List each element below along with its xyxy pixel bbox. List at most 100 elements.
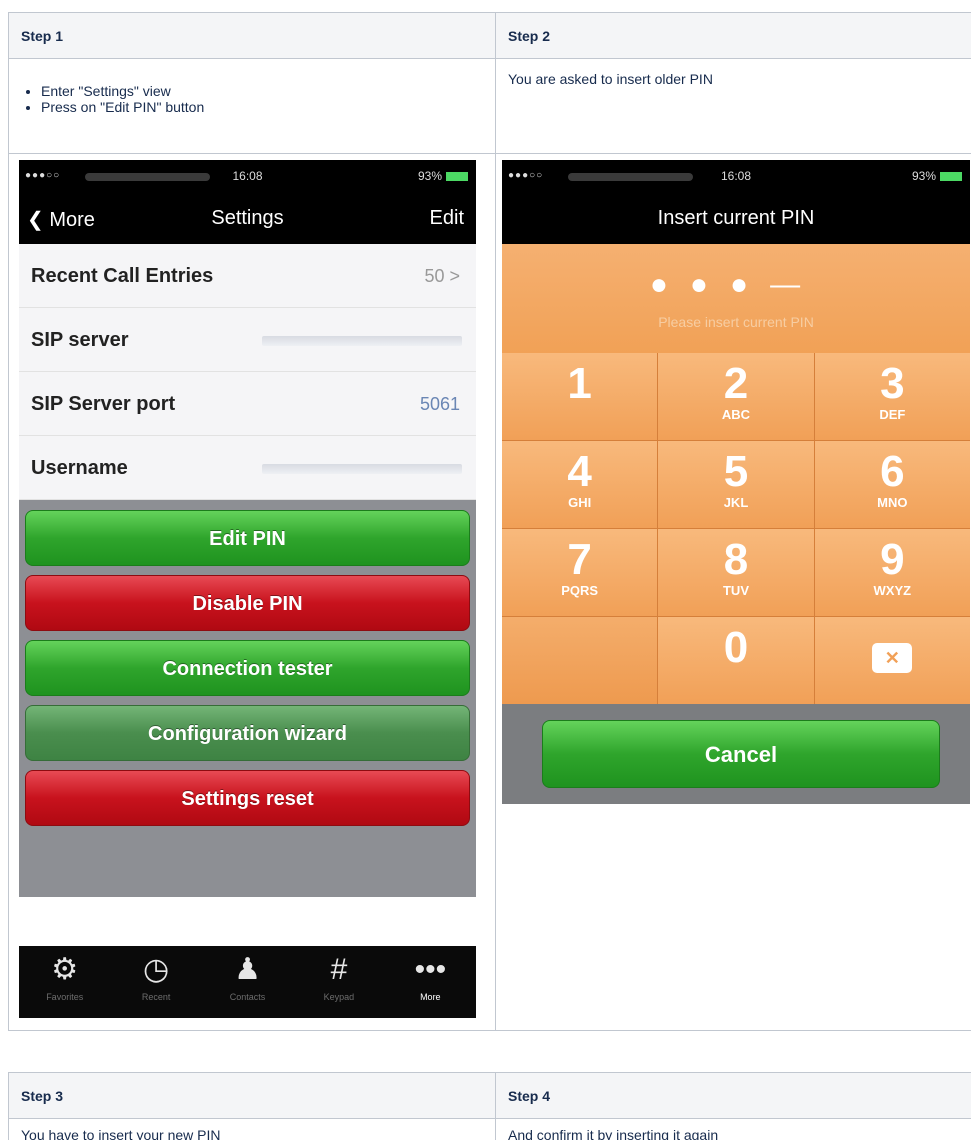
- redacted-value: [262, 336, 462, 346]
- setting-label: Username: [31, 457, 128, 479]
- step-1-description: Enter "Settings" view Press on "Edit PIN…: [8, 58, 496, 154]
- key-number: 5: [723, 447, 749, 496]
- tab-recent[interactable]: ◷ Recent: [110, 946, 201, 1018]
- tab-label: Contacts: [229, 992, 266, 1002]
- tab-label: Favorites: [46, 992, 84, 1002]
- key-blank: [502, 617, 658, 704]
- key-letters: TUV: [722, 583, 749, 598]
- setting-label: SIP server: [31, 329, 129, 351]
- list-item: Enter "Settings" view: [41, 83, 483, 99]
- key-letters: WXYZ: [873, 583, 912, 598]
- clock-icon: ◷: [143, 953, 170, 986]
- key-number: 3: [880, 359, 905, 408]
- tab-bar: ⚙ Favorites ◷ Recent ♟ Contacts # Keypad •••…: [19, 946, 476, 1018]
- pin-hint: Please insert current PIN: [658, 314, 814, 330]
- disable-pin-button[interactable]: Disable PIN: [25, 575, 470, 631]
- gear-icon: ⚙: [51, 953, 79, 986]
- redacted-value: [262, 464, 462, 474]
- status-bar: ●●●○○ 16:08 93%: [19, 160, 476, 194]
- setting-sip-server[interactable]: SIP server: [19, 308, 476, 372]
- more-icon: •••: [414, 953, 447, 986]
- key-letters: JKL: [723, 495, 749, 510]
- key-number: 0: [723, 623, 749, 672]
- header-step-2: Step 2: [495, 12, 971, 59]
- nav-bar: Insert current PIN: [502, 194, 970, 244]
- edit-button[interactable]: Edit: [430, 207, 464, 230]
- cancel-button[interactable]: Cancel: [542, 720, 940, 788]
- tab-favorites[interactable]: ⚙ Favorites: [19, 946, 110, 1018]
- tab-label: Keypad: [323, 992, 355, 1002]
- header-step-4: Step 4: [495, 1072, 971, 1119]
- backspace-icon: ✕: [872, 643, 913, 673]
- step-4-description: And confirm it by inserting it again: [495, 1118, 971, 1140]
- key-letters: DEF: [879, 407, 906, 422]
- key-3[interactable]: 3 DEF: [814, 353, 970, 440]
- battery-percent: 93%: [911, 169, 936, 183]
- cancel-area: Cancel: [502, 704, 970, 804]
- battery-percent: 93%: [417, 169, 442, 183]
- pin-screen: ●●●○○ 16:08 93% Insert current PIN ●●●— …: [502, 160, 970, 1018]
- setting-value: 50 >: [424, 266, 460, 286]
- tab-contacts[interactable]: ♟ Contacts: [202, 946, 293, 1018]
- setting-label: Recent Call Entries: [31, 265, 214, 287]
- battery-icon: [446, 172, 468, 182]
- key-letters: MNO: [877, 495, 908, 510]
- setting-sip-server-port[interactable]: SIP Server port 5061: [19, 372, 476, 436]
- hash-icon: #: [330, 953, 348, 986]
- tab-more[interactable]: ••• More: [385, 946, 476, 1018]
- key-4[interactable]: 4 GHI: [502, 441, 658, 528]
- step-1-screenshot-cell: ●●●○○ 16:08 93% ❮ More Settings Edit Rec…: [8, 153, 496, 1031]
- setting-value: 5061: [419, 394, 460, 414]
- key-number: 6: [880, 447, 905, 496]
- key-number: 9: [880, 535, 905, 584]
- key-6[interactable]: 6 MNO: [814, 441, 970, 528]
- key-8[interactable]: 8 TUV: [658, 529, 814, 616]
- header-step-1: Step 1: [8, 12, 496, 59]
- tab-label: Recent: [141, 992, 171, 1002]
- key-letters: PQRS: [561, 583, 599, 598]
- person-icon: ♟: [234, 953, 261, 986]
- key-letters: GHI: [568, 495, 592, 510]
- tab-label: More: [420, 992, 441, 1002]
- status-time: 16:08: [720, 169, 752, 183]
- key-9[interactable]: 9 WXYZ: [814, 529, 970, 616]
- settings-list: Recent Call Entries 50 > SIP server SIP …: [19, 244, 476, 500]
- setting-label: SIP Server port: [31, 393, 176, 415]
- actions-area: Edit PIN Disable PIN Connection tester C…: [19, 500, 476, 897]
- nav-title: Settings: [211, 207, 284, 229]
- key-delete[interactable]: ✕: [814, 617, 970, 704]
- step-3-description: You have to insert your new PIN: [8, 1118, 496, 1140]
- key-number: 7: [567, 535, 592, 584]
- connection-tester-button[interactable]: Connection tester: [25, 640, 470, 696]
- edit-pin-button[interactable]: Edit PIN: [25, 510, 470, 566]
- key-5[interactable]: 5 JKL: [658, 441, 814, 528]
- tab-keypad[interactable]: # Keypad: [293, 946, 384, 1018]
- list-item: Press on "Edit PIN" button: [41, 99, 483, 115]
- key-letters: ABC: [721, 407, 751, 422]
- key-number: 1: [567, 359, 592, 408]
- settings-reset-button[interactable]: Settings reset: [25, 770, 470, 826]
- nav-title: Insert current PIN: [657, 207, 815, 229]
- key-1[interactable]: 1: [502, 353, 658, 440]
- setting-recent-call-entries[interactable]: Recent Call Entries 50 >: [19, 244, 476, 308]
- key-number: 8: [723, 535, 749, 584]
- steps-table-2: Step 3 Step 4 You have to insert your ne…: [8, 1072, 971, 1140]
- pin-keypad: 1 2 ABC 3 DEF 4 GHI 5 JKL 6 MNO 7 PQRS 8 TUV 9W…: [502, 353, 970, 704]
- step-2-description: You are asked to insert older PIN: [495, 58, 971, 154]
- key-0[interactable]: 0: [658, 617, 814, 704]
- settings-screen: ●●●○○ 16:08 93% ❮ More Settings Edit Rec…: [19, 160, 476, 1018]
- step-1-list: Enter "Settings" view Press on "Edit PIN…: [41, 71, 483, 115]
- configuration-wizard-button[interactable]: Configuration wizard: [25, 705, 470, 761]
- header-step-3: Step 3: [8, 1072, 496, 1119]
- battery-indicator: 93%: [418, 169, 468, 183]
- steps-table-1: Step 1 Step 2 Enter "Settings" view Pres…: [8, 12, 971, 1031]
- key-2[interactable]: 2 ABC: [658, 353, 814, 440]
- step-2-screenshot-cell: ●●●○○ 16:08 93% Insert current PIN ●●●— …: [495, 153, 971, 1031]
- pin-dots-indicator: ●●●—: [649, 268, 823, 301]
- nav-bar: ❮ More Settings Edit: [19, 194, 476, 244]
- setting-username[interactable]: Username: [19, 436, 476, 500]
- status-time: 16:08: [232, 169, 263, 183]
- pin-entry-area: ●●●— Please insert current PIN: [502, 244, 970, 353]
- key-7[interactable]: 7 PQRS: [502, 529, 658, 616]
- key-number: 4: [567, 447, 592, 496]
